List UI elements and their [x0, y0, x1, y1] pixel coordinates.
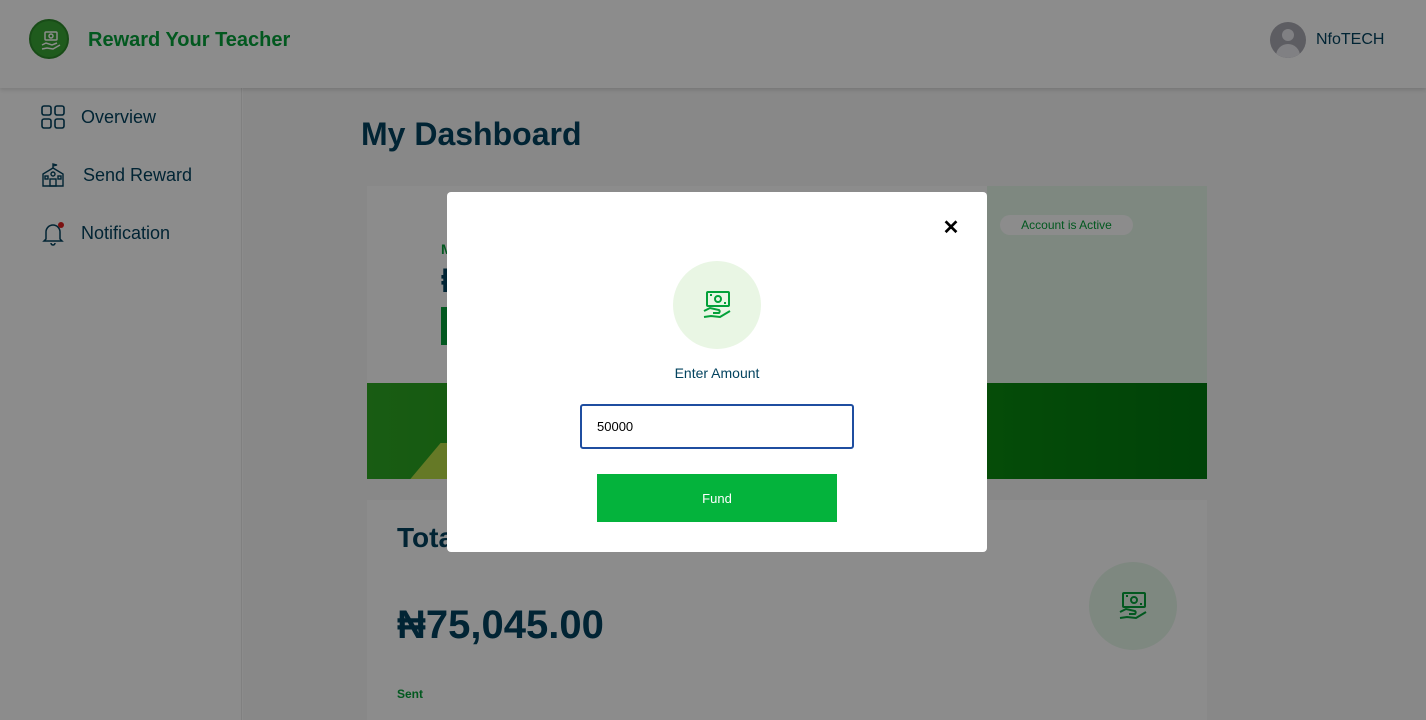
amount-input[interactable]	[580, 404, 854, 449]
enter-amount-label: Enter Amount	[674, 365, 760, 381]
modal-money-badge	[673, 261, 761, 349]
fund-button[interactable]: Fund	[597, 474, 837, 522]
hand-money-icon	[703, 291, 731, 319]
fund-modal: ✕ Enter Amount Fund	[447, 192, 987, 552]
close-icon: ✕	[942, 217, 960, 239]
close-button[interactable]: ✕	[942, 217, 960, 239]
